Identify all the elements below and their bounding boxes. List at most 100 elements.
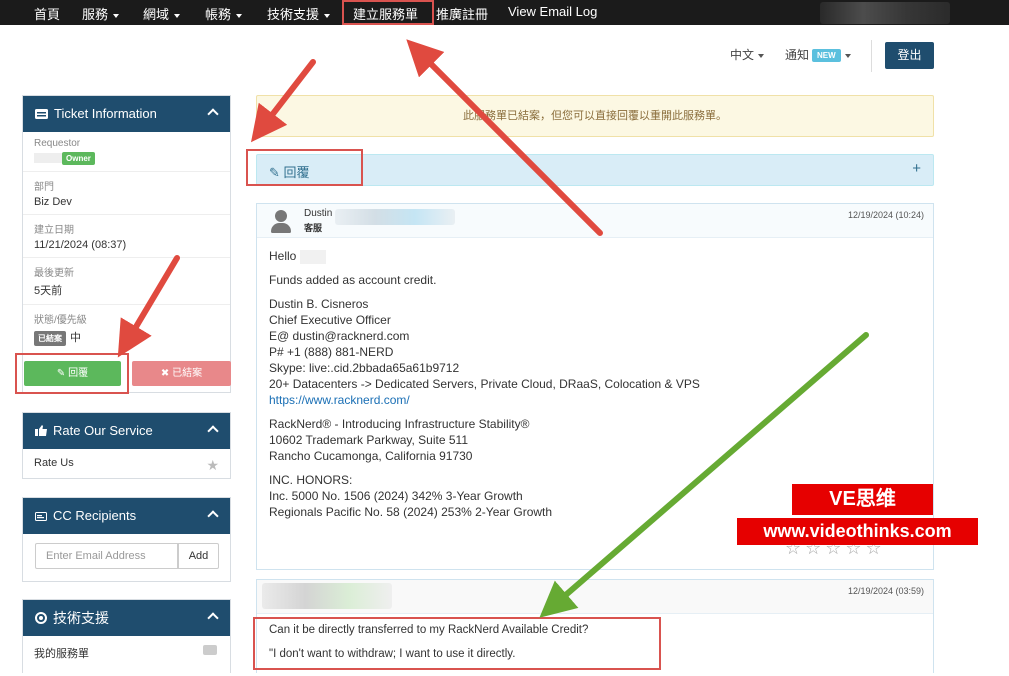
annotation-box-open-ticket: [342, 0, 434, 25]
close-icon: ✖: [160, 368, 173, 379]
chevron-down-icon: [174, 13, 181, 18]
avatar: [269, 210, 293, 234]
sender-role: 客服: [304, 223, 323, 233]
redacted-area: [335, 209, 455, 225]
top-nav: 首頁 服務 網域 帳務 技術支援 建立服務單 推廣註冊 View Email L…: [0, 0, 1009, 25]
logout-button[interactable]: 登出: [885, 42, 934, 69]
address-line-2: Rancho Cucamonga, California 91730: [269, 449, 473, 463]
created-row: 建立日期 11/21/2024 (08:37): [23, 215, 230, 258]
rate-panel: Rate Our Service Rate Us ★: [22, 412, 231, 479]
cc-form: Enter Email Address Add: [23, 534, 230, 580]
closed-alert: 此服務單已結案，但您可以直接回覆以重開此服務單。: [256, 95, 934, 137]
nav-support-label: 技術支援: [267, 7, 320, 22]
panel-header[interactable]: Ticket Information: [23, 96, 230, 132]
chevron-down-icon: [758, 53, 765, 58]
panel-title: Ticket Information: [54, 106, 157, 121]
annotation-box-reply-bar: [246, 149, 363, 186]
greeting-line: Hello: [269, 248, 921, 264]
my-tickets-label: 我的服務單: [34, 648, 89, 660]
sender-name: Dustin: [304, 208, 333, 219]
closed-button-label: 已結案: [172, 368, 203, 379]
company-block: RackNerd® - Introducing Infrastructure S…: [269, 416, 921, 464]
department-row: 部門 Biz Dev: [23, 172, 230, 215]
card-icon: [35, 499, 47, 535]
panel-title: CC Recipients: [53, 508, 137, 523]
priority-value: 中: [70, 332, 81, 344]
nav-support[interactable]: 技術支援: [267, 4, 331, 23]
lifebuoy-icon: [35, 602, 47, 638]
redacted-area: [820, 2, 950, 24]
created-value: 11/21/2024 (08:37): [34, 239, 127, 251]
my-tickets-row[interactable]: 我的服務單: [23, 636, 230, 666]
signature-datacenters: 20+ Datacenters -> Dedicated Servers, Pr…: [269, 377, 700, 391]
panel-header[interactable]: CC Recipients: [23, 498, 230, 534]
cc-panel: CC Recipients Enter Email Address Add: [22, 497, 231, 582]
panel-header[interactable]: 技術支援: [23, 600, 230, 636]
address-line-1: 10602 Trademark Parkway, Suite 511: [269, 433, 468, 447]
thumbs-up-icon: [35, 414, 47, 450]
chevron-down-icon: [113, 13, 120, 18]
closed-button[interactable]: ✖ 已結案: [132, 361, 231, 386]
panel-header[interactable]: Rate Our Service: [23, 413, 230, 449]
chevron-down-icon: [324, 13, 331, 18]
redacted-area: [262, 583, 392, 609]
annotation-box-reply: [15, 353, 129, 394]
ticket-icon: [203, 645, 217, 655]
status-label: 狀態/優先級: [34, 315, 87, 326]
nav-services[interactable]: 服務: [82, 4, 120, 23]
nav-services-label: 服務: [82, 7, 109, 22]
nav-billing-label: 帳務: [205, 7, 232, 22]
annotation-box-customer-question: [253, 617, 661, 670]
status-badge: 已結案: [34, 331, 66, 346]
nav-affiliates[interactable]: 推廣註冊: [436, 4, 488, 23]
nav-domains[interactable]: 網域: [143, 4, 181, 23]
rate-us-label: Rate Us: [34, 457, 74, 469]
watermark-url: www.videothinks.com: [737, 518, 978, 545]
requestor-row: Requestor Owner: [23, 132, 230, 172]
chevron-up-icon[interactable]: [207, 510, 219, 522]
language-label: 中文: [730, 48, 755, 62]
company-name: RackNerd® - Introducing Infrastructure S…: [269, 417, 530, 431]
message-header: 12/19/2024 (03:59): [257, 580, 933, 614]
nav-billing[interactable]: 帳務: [205, 4, 243, 23]
signature-block: Dustin B. Cisneros Chief Executive Offic…: [269, 296, 921, 408]
chevron-up-icon[interactable]: [207, 612, 219, 624]
add-button[interactable]: Add: [178, 543, 219, 569]
email-field[interactable]: Enter Email Address: [35, 543, 178, 569]
nav-domains-label: 網域: [143, 7, 170, 22]
signature-title: Chief Executive Officer: [269, 313, 391, 327]
panel-title: Rate Our Service: [53, 423, 153, 438]
requestor-label: Requestor: [34, 138, 81, 149]
created-label: 建立日期: [34, 225, 74, 236]
chevron-down-icon: [236, 13, 243, 18]
chevron-down-icon: [844, 53, 851, 58]
status-value: 已結案中: [34, 329, 219, 346]
ticket-info-panel: Ticket Information Requestor Owner 部門 Bi…: [22, 95, 231, 393]
signature-skype: Skype: live:.cid.2bbada65a61b9712: [269, 361, 460, 375]
support-panel: 技術支援 我的服務單: [22, 599, 231, 673]
website-link[interactable]: https://www.racknerd.com/: [269, 392, 921, 408]
notifications-label: 通知: [785, 48, 810, 62]
nav-home[interactable]: 首頁: [34, 4, 60, 23]
owner-badge: Owner: [62, 152, 95, 165]
updated-value: 5天前: [34, 285, 63, 297]
ticket-icon: [35, 97, 48, 133]
updated-label: 最後更新: [34, 268, 74, 279]
rate-row[interactable]: Rate Us ★: [23, 449, 230, 479]
notifications-menu[interactable]: 通知 NEW: [785, 46, 851, 63]
redacted-name: [34, 153, 62, 164]
updated-row: 最後更新 5天前: [23, 258, 230, 305]
message-line: Funds added as account credit.: [269, 273, 437, 287]
requestor-value: Owner: [34, 152, 219, 165]
chevron-up-icon[interactable]: [207, 108, 219, 120]
message-date: 12/19/2024 (10:24): [847, 210, 924, 220]
nav-email-log[interactable]: View Email Log: [508, 4, 597, 19]
language-selector[interactable]: 中文: [730, 46, 765, 63]
department-label: 部門: [34, 182, 54, 193]
greeting-text: Hello: [269, 249, 297, 263]
department-value: Biz Dev: [34, 196, 72, 208]
chevron-up-icon[interactable]: [207, 425, 219, 437]
signature-email: E@ dustin@racknerd.com: [269, 329, 410, 343]
plus-icon[interactable]: +: [912, 160, 921, 177]
watermark-logo: VE思维: [792, 484, 933, 515]
